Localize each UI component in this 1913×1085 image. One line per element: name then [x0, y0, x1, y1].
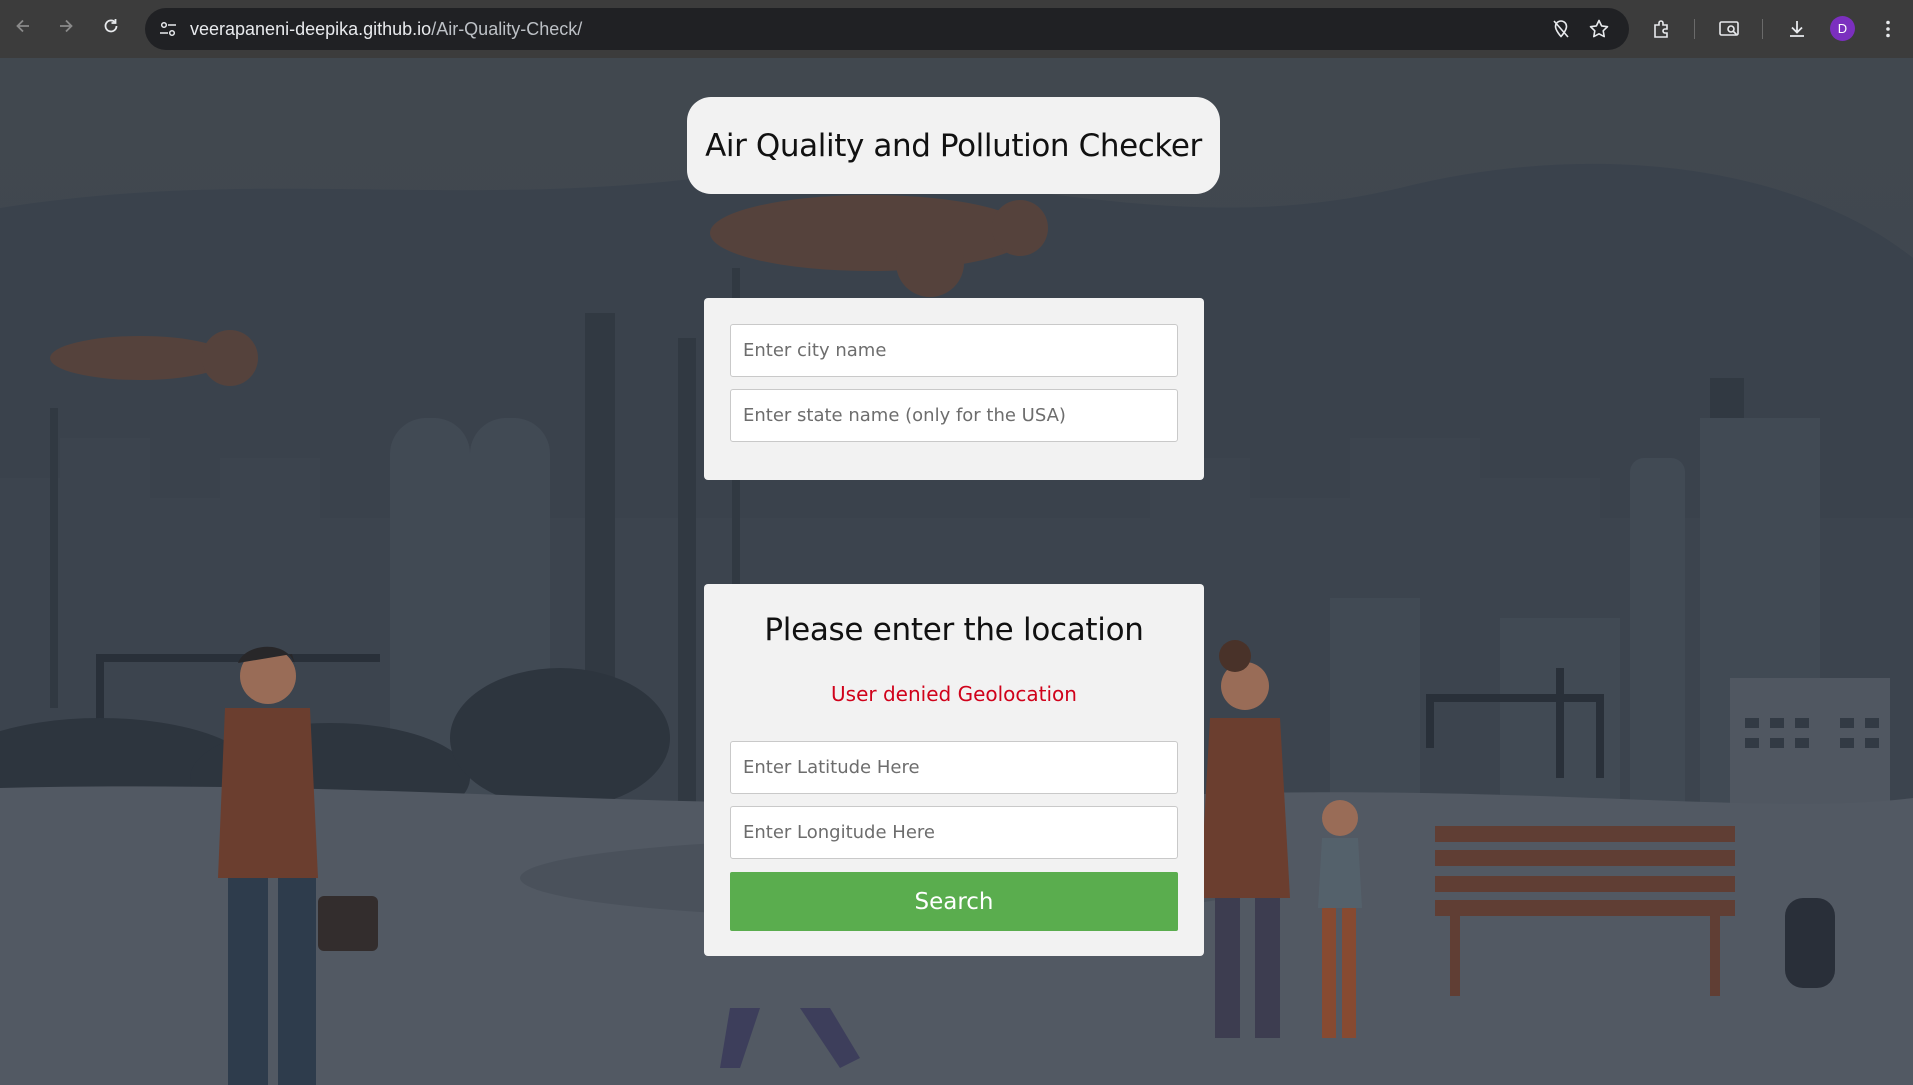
address-bar[interactable]: veerapaneni-deepika.github.io/Air-Qualit…	[145, 8, 1629, 50]
kebab-menu-icon[interactable]	[1875, 16, 1901, 42]
latitude-input[interactable]	[730, 741, 1178, 794]
extensions-icon[interactable]	[1649, 16, 1675, 42]
page-title: Air Quality and Pollution Checker	[705, 127, 1202, 164]
location-blocked-icon[interactable]	[1550, 18, 1572, 40]
reload-icon[interactable]	[98, 13, 124, 39]
location-heading: Please enter the location	[764, 612, 1144, 648]
state-input[interactable]	[730, 389, 1178, 442]
geolocation-error-message: User denied Geolocation	[831, 682, 1077, 706]
city-input[interactable]	[730, 324, 1178, 377]
forward-arrow-icon[interactable]	[53, 13, 79, 39]
profile-avatar[interactable]: D	[1830, 16, 1855, 41]
title-card: Air Quality and Pollution Checker	[687, 97, 1220, 194]
download-icon[interactable]	[1784, 16, 1810, 42]
location-search-card: Please enter the location User denied Ge…	[704, 584, 1204, 956]
back-arrow-icon[interactable]	[10, 13, 36, 39]
url-text: veerapaneni-deepika.github.io/Air-Qualit…	[190, 19, 583, 39]
browser-toolbar: veerapaneni-deepika.github.io/Air-Qualit…	[0, 0, 1913, 58]
search-button[interactable]: Search	[730, 872, 1178, 931]
bookmark-star-icon[interactable]	[1588, 18, 1610, 40]
site-settings-icon[interactable]	[157, 18, 179, 40]
longitude-input[interactable]	[730, 806, 1178, 859]
cast-icon[interactable]	[1716, 16, 1742, 42]
city-search-card	[704, 298, 1204, 480]
